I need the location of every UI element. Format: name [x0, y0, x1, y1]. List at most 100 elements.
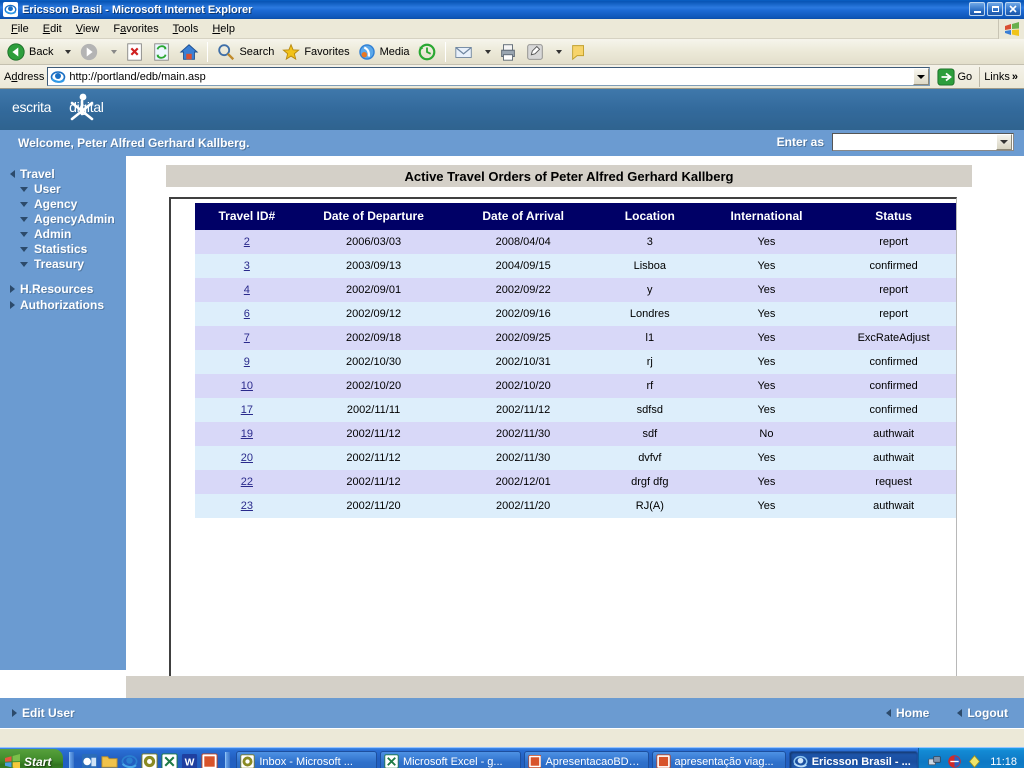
travel-id-link[interactable]: 2 — [244, 236, 250, 248]
sidebar-item-treasury[interactable]: Treasury — [0, 257, 126, 272]
taskbar-grip[interactable] — [69, 751, 75, 768]
sidebar-group-authorizations[interactable]: Authorizations — [0, 297, 126, 313]
travel-id-link[interactable]: 9 — [244, 356, 250, 368]
travel-id-link[interactable]: 3 — [244, 260, 250, 272]
mail-dropdown-icon[interactable] — [478, 49, 494, 54]
table-row[interactable]: 10 2002/10/20 2002/10/20 rf Yes confirme… — [195, 374, 956, 398]
column-header-status[interactable]: Status — [831, 203, 956, 230]
sidebar-item-agencyadmin[interactable]: AgencyAdmin — [0, 212, 126, 227]
history-button[interactable] — [414, 41, 440, 63]
cell-status: report — [831, 278, 956, 302]
address-dropdown-icon[interactable] — [912, 68, 929, 85]
back-dropdown-icon[interactable] — [57, 49, 75, 54]
back-button[interactable]: Back — [3, 41, 56, 63]
outlook-icon[interactable] — [141, 753, 158, 768]
column-header-arrival[interactable]: Date of Arrival — [448, 203, 598, 230]
task-button[interactable]: Inbox - Microsoft ... — [236, 750, 377, 768]
cell-status: request — [831, 470, 956, 494]
travel-id-link[interactable]: 22 — [241, 476, 253, 488]
stop-button[interactable] — [122, 41, 148, 63]
mail-button[interactable] — [451, 41, 477, 63]
column-header-travel-id[interactable]: Travel ID# — [195, 203, 299, 230]
table-row[interactable]: 7 2002/09/18 2002/09/25 l1 Yes ExcRateAd… — [195, 326, 956, 350]
search-button[interactable]: Search — [213, 41, 277, 63]
menu-item-help[interactable]: Help — [205, 21, 242, 37]
task-button[interactable]: Microsoft Excel - g... — [379, 750, 521, 768]
sidebar-group-hresources[interactable]: H.Resources — [0, 281, 126, 297]
table-row[interactable]: 9 2002/10/30 2002/10/31 rj Yes confirmed — [195, 350, 956, 374]
minimize-button[interactable] — [969, 2, 985, 16]
sidebar-group-travel[interactable]: Travel — [0, 166, 126, 182]
maximize-button[interactable] — [987, 2, 1003, 16]
table-row[interactable]: 3 2003/09/13 2004/09/15 Lisboa Yes confi… — [195, 254, 956, 278]
sidebar-item-statistics[interactable]: Statistics — [0, 242, 126, 257]
edit-dropdown-icon[interactable] — [549, 49, 565, 54]
links-button[interactable]: Links » — [979, 66, 1022, 87]
column-header-departure[interactable]: Date of Departure — [298, 203, 449, 230]
refresh-button[interactable] — [149, 41, 175, 63]
logout-link[interactable]: Logout — [957, 706, 1008, 720]
table-row[interactable]: 2 2006/03/03 2008/04/04 3 Yes report — [195, 230, 956, 254]
sidebar-item-admin[interactable]: Admin — [0, 227, 126, 242]
start-button[interactable]: Start — [0, 748, 64, 768]
travel-id-link[interactable]: 17 — [241, 404, 253, 416]
cell-departure: 2002/11/12 — [298, 446, 449, 470]
network-icon[interactable] — [927, 754, 942, 768]
favorites-button[interactable]: Favorites — [278, 41, 352, 63]
powerpoint-icon[interactable] — [201, 753, 218, 768]
edit-button[interactable] — [522, 41, 548, 63]
table-row[interactable]: 23 2002/11/20 2002/11/20 RJ(A) Yes authw… — [195, 494, 956, 518]
menu-item-favorites[interactable]: Favorites — [106, 21, 165, 37]
menu-item-tools[interactable]: Tools — [166, 21, 206, 37]
forward-button[interactable] — [76, 41, 102, 63]
address-input[interactable]: http://portland/edb/main.asp — [47, 67, 930, 86]
column-header-international[interactable]: International — [701, 203, 832, 230]
travel-id-link[interactable]: 4 — [244, 284, 250, 296]
edit-user-link[interactable]: Edit User — [12, 706, 75, 720]
task-button-active[interactable]: Ericsson Brasil - ... — [788, 750, 919, 768]
column-header-location[interactable]: Location — [597, 203, 702, 230]
antivirus-icon[interactable] — [947, 754, 962, 768]
travel-id-link[interactable]: 7 — [244, 332, 250, 344]
go-button[interactable]: Go — [933, 67, 977, 87]
outlook-quicklaunch-icon[interactable] — [81, 753, 98, 768]
sidebar-item-agency[interactable]: Agency — [0, 197, 126, 212]
taskbar-grip-2[interactable] — [225, 751, 231, 768]
sidebar-group-hresources-label: H.Resources — [20, 282, 94, 296]
sidebar-item-user[interactable]: User — [0, 182, 126, 197]
home-button[interactable] — [176, 41, 202, 63]
discuss-button[interactable] — [566, 41, 592, 63]
excel-icon[interactable] — [161, 753, 178, 768]
folder-quicklaunch-icon[interactable] — [101, 753, 118, 768]
word-icon[interactable]: W — [181, 753, 198, 768]
menu-item-file[interactable]: File — [4, 21, 36, 37]
close-button[interactable] — [1005, 2, 1021, 16]
travel-id-link[interactable]: 23 — [241, 500, 253, 512]
chevron-down-icon — [20, 202, 28, 207]
travel-id-link[interactable]: 6 — [244, 308, 250, 320]
menu-item-view[interactable]: View — [69, 21, 107, 37]
table-row[interactable]: 19 2002/11/12 2002/11/30 sdf No authwait — [195, 422, 956, 446]
travel-id-link[interactable]: 19 — [241, 428, 253, 440]
cell-international: Yes — [701, 254, 832, 278]
enter-as-select[interactable] — [832, 133, 1014, 151]
print-button[interactable] — [495, 41, 521, 63]
taskbar-clock[interactable]: 11:18 — [990, 756, 1017, 768]
travel-id-link[interactable]: 20 — [241, 452, 253, 464]
travel-id-link[interactable]: 10 — [241, 380, 253, 392]
table-row[interactable]: 6 2002/09/12 2002/09/16 Londres Yes repo… — [195, 302, 956, 326]
table-row[interactable]: 22 2002/11/12 2002/12/01 drgf dfg Yes re… — [195, 470, 956, 494]
table-row[interactable]: 20 2002/11/12 2002/11/30 dvfvf Yes authw… — [195, 446, 956, 470]
enter-as-chevron-down-icon[interactable] — [996, 134, 1012, 150]
table-row[interactable]: 17 2002/11/11 2002/11/12 sdfsd Yes confi… — [195, 398, 956, 422]
task-button[interactable]: ApresentacaoBDG.... — [523, 750, 649, 768]
table-row[interactable]: 4 2002/09/01 2002/09/22 y Yes report — [195, 278, 956, 302]
media-button[interactable]: Media — [354, 41, 413, 63]
forward-dropdown-icon[interactable] — [103, 49, 121, 54]
shield-icon[interactable] — [967, 754, 982, 768]
menu-item-edit[interactable]: Edit — [36, 21, 69, 37]
page-icon — [51, 70, 66, 83]
ie-quicklaunch-icon[interactable] — [121, 753, 138, 768]
task-button[interactable]: apresentação viag... — [651, 750, 786, 768]
home-link[interactable]: Home — [886, 706, 929, 720]
